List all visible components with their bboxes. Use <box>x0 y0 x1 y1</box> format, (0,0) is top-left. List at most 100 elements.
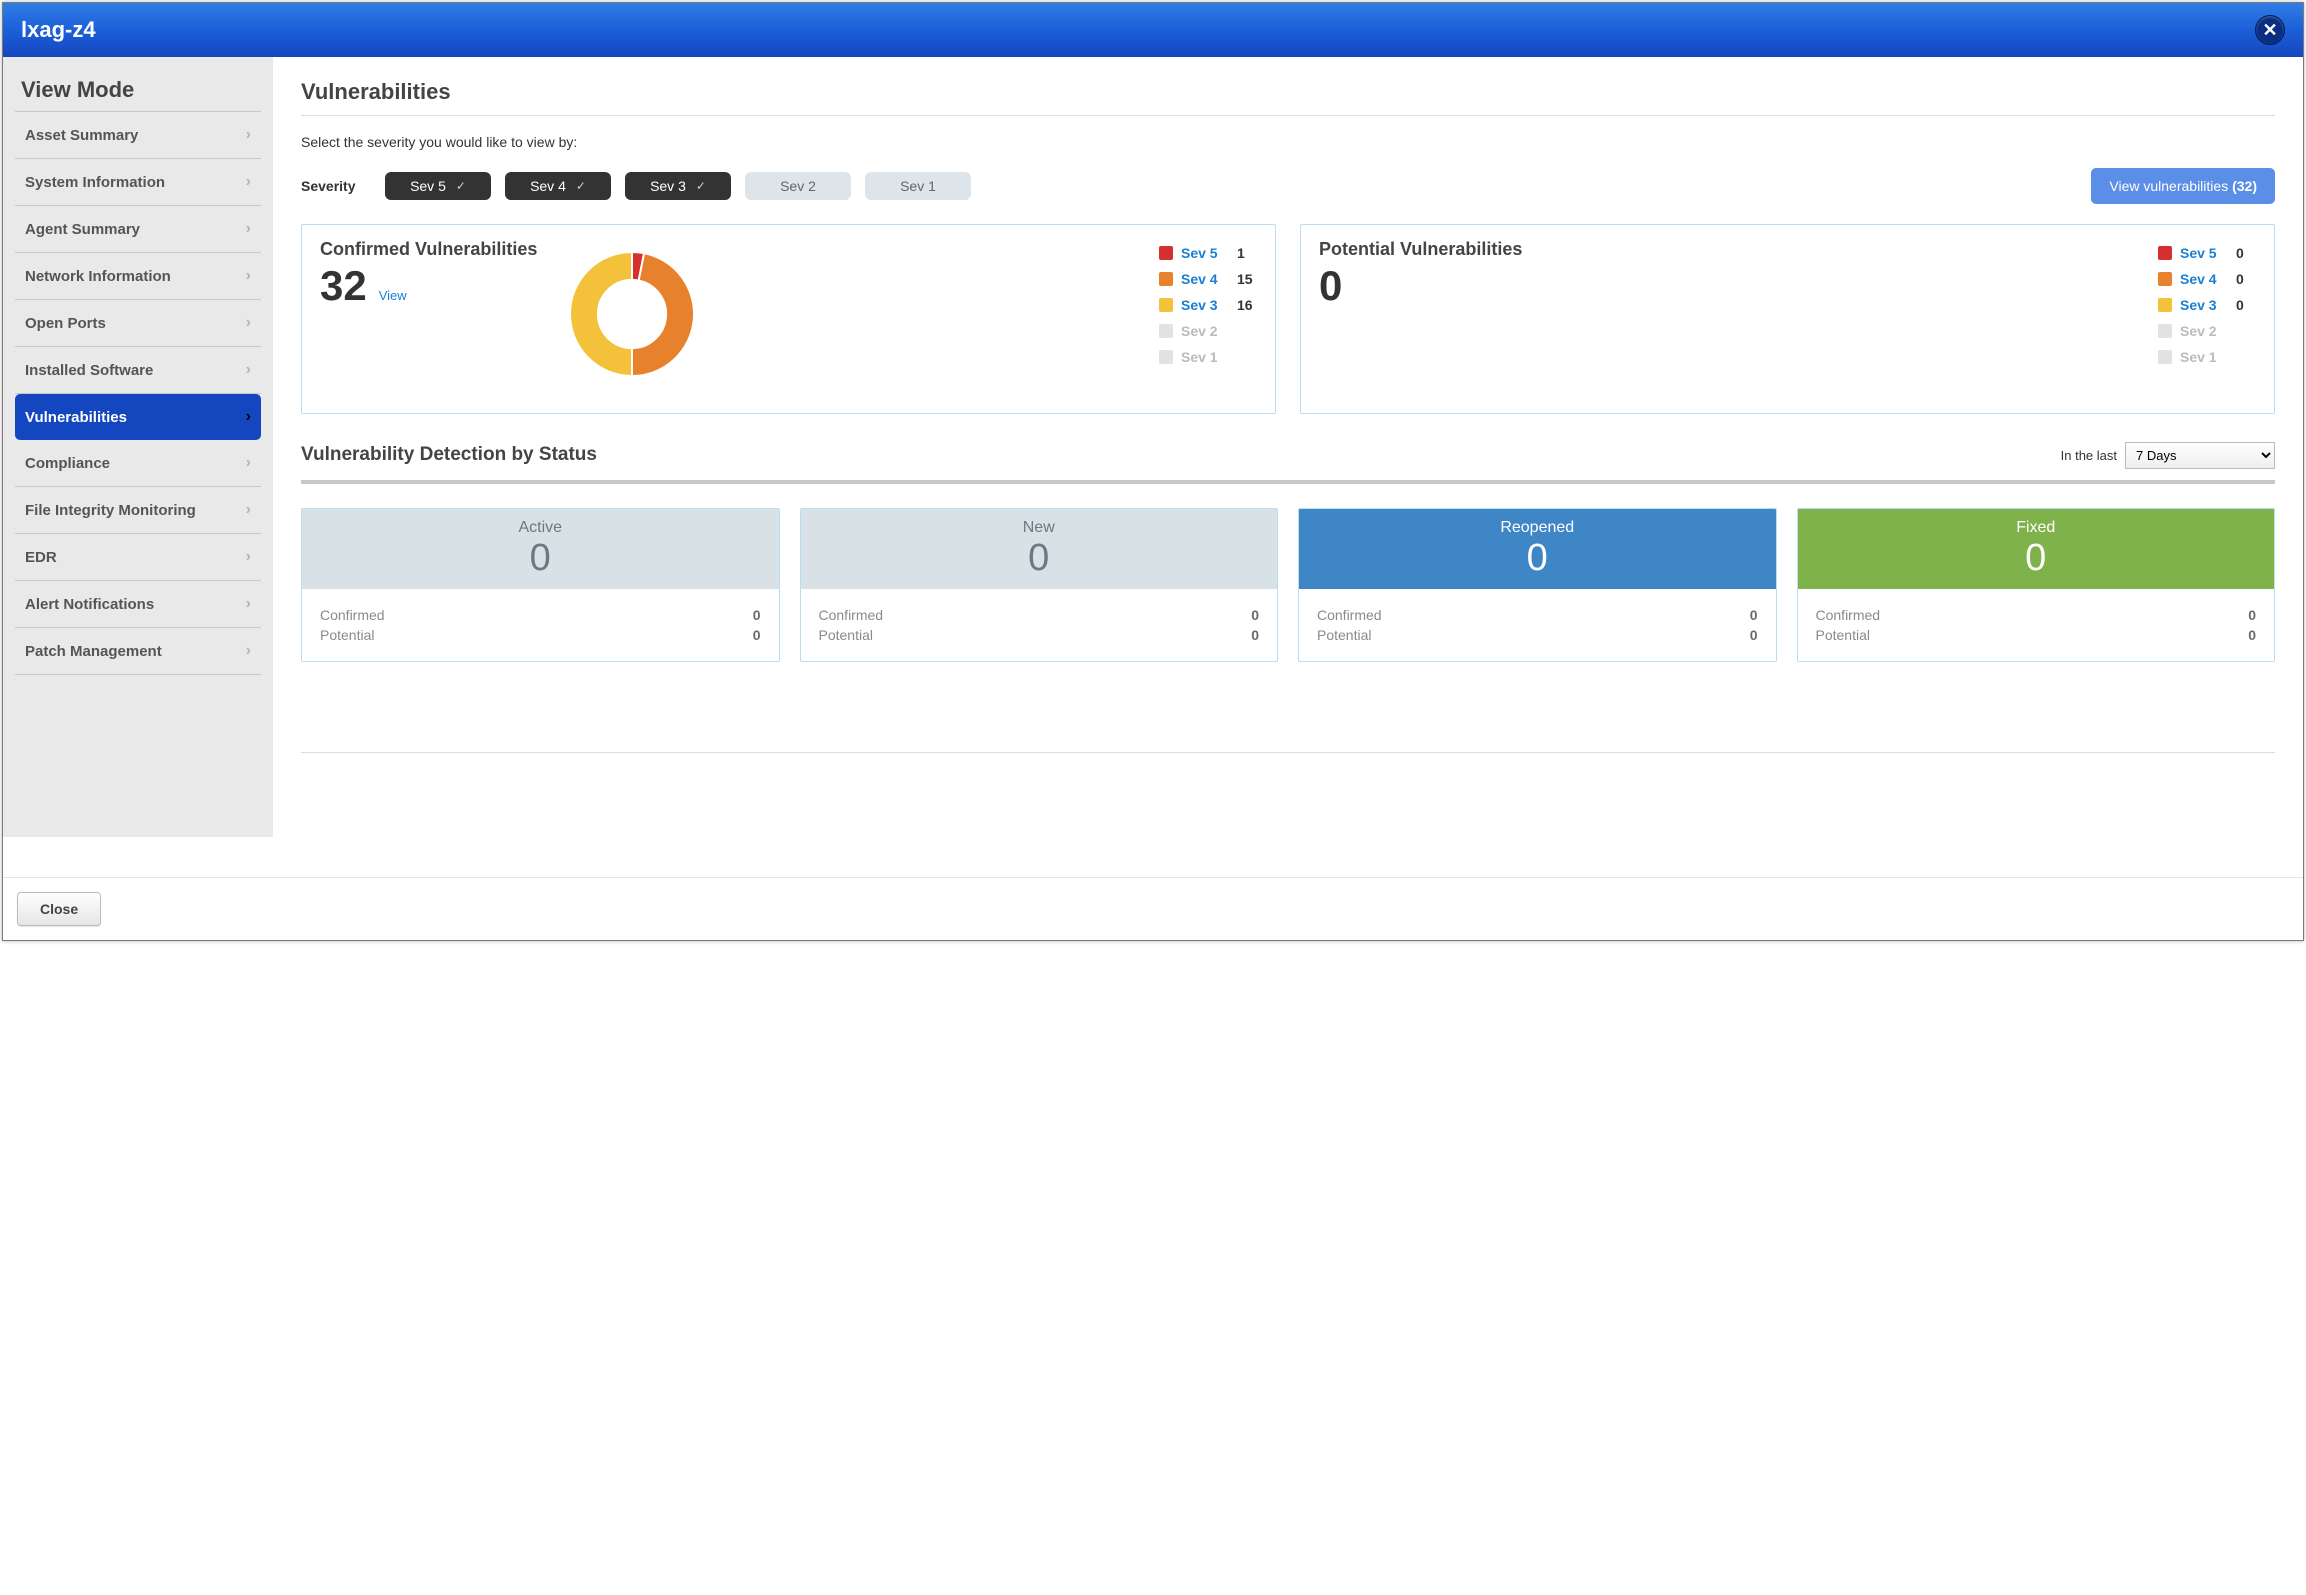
severity-pill-sev4[interactable]: Sev 4✓ <box>505 172 611 200</box>
sidebar-item-compliance[interactable]: Compliance› <box>15 440 261 487</box>
detection-title: Vulnerability Detection by Status <box>301 444 597 466</box>
sidebar-heading: View Mode <box>21 77 255 103</box>
severity-row: Severity Sev 5✓ Sev 4✓ Sev 3✓ Sev 2 Sev 1 Vi… <box>301 168 2275 204</box>
sidebar-item-file-integrity-monitoring[interactable]: File Integrity Monitoring› <box>15 487 261 534</box>
sidebar-item-network-information[interactable]: Network Information› <box>15 253 261 300</box>
legend-swatch <box>1159 350 1173 364</box>
sidebar-item-label: File Integrity Monitoring <box>25 502 196 519</box>
status-card-header[interactable]: Fixed0 <box>1798 509 2275 589</box>
legend-swatch <box>2158 298 2172 312</box>
legend-name[interactable]: Sev 3 <box>2180 297 2228 313</box>
severity-pill-sev3[interactable]: Sev 3✓ <box>625 172 731 200</box>
chevron-right-icon: › <box>246 267 251 285</box>
status-row-potential: Potential0 <box>1816 627 2257 643</box>
sidebar-item-asset-summary[interactable]: Asset Summary › <box>15 112 261 159</box>
severity-pill-sev2[interactable]: Sev 2 <box>745 172 851 200</box>
status-row-confirmed: Confirmed0 <box>1317 607 1758 623</box>
view-vulnerabilities-button[interactable]: View vulnerabilities (32) <box>2091 168 2275 204</box>
severity-pill-label: Sev 2 <box>780 178 816 194</box>
chevron-right-icon: › <box>246 126 251 144</box>
confirmed-vulns-card: Confirmed Vulnerabilities 32 View Sev 51… <box>301 224 1276 414</box>
legend-value: 1 <box>1237 245 1257 261</box>
status-row-confirmed: Confirmed0 <box>819 607 1260 623</box>
severity-pill-label: Sev 1 <box>900 178 936 194</box>
severity-label: Severity <box>301 178 371 194</box>
view-vulnerabilities-label: View vulnerabilities <box>2109 178 2228 194</box>
sidebar-item-installed-software[interactable]: Installed Software › <box>15 347 261 394</box>
legend-row: Sev 3 16 <box>1159 297 1257 313</box>
close-button[interactable]: Close <box>17 892 101 926</box>
potential-vulns-card: Potential Vulnerabilities 0 Sev 50Sev 40… <box>1300 224 2275 414</box>
legend-name: Sev 1 <box>1181 349 1229 365</box>
legend-swatch <box>1159 324 1173 338</box>
sidebar-item-label: Alert Notifications <box>25 596 154 613</box>
sidebar-item-label: Installed Software <box>25 362 153 379</box>
potential-legend: Sev 5 0 Sev 4 0 Sev 30 Sev 2 Sev 1 <box>2158 239 2256 375</box>
status-row-label: Potential <box>1317 627 1371 643</box>
confirmed-donut-chart <box>557 239 707 389</box>
status-row-label: Potential <box>819 627 873 643</box>
titlebar: lxag-z4 ✕ <box>3 3 2303 57</box>
status-count: 0 <box>801 539 1278 577</box>
legend-name: Sev 2 <box>2180 323 2228 339</box>
chevron-right-icon: › <box>246 361 251 379</box>
status-card-fixed: Fixed0 Confirmed 0 Potential0 <box>1797 508 2276 662</box>
sidebar-item-edr[interactable]: EDR› <box>15 534 261 581</box>
sidebar-item-alert-notifications[interactable]: Alert Notifications › <box>15 581 261 628</box>
status-name: Reopened <box>1299 519 1776 537</box>
legend-value: 0 <box>2236 245 2256 261</box>
severity-pill-sev1[interactable]: Sev 1 <box>865 172 971 200</box>
close-icon[interactable]: ✕ <box>2255 15 2285 45</box>
sidebar-item-open-ports[interactable]: Open Ports› <box>15 300 261 347</box>
sidebar-item-agent-summary[interactable]: Agent Summary› <box>15 206 261 253</box>
legend-row: Sev 30 <box>2158 297 2256 313</box>
window-body: View Mode Asset Summary › System Informati… <box>3 57 2303 837</box>
status-row-label: Potential <box>320 627 374 643</box>
status-card-header[interactable]: Reopened 0 <box>1299 509 1776 589</box>
status-row-label: Confirmed <box>1816 607 1881 623</box>
confirmed-view-link[interactable]: View <box>379 288 407 303</box>
sidebar: View Mode Asset Summary › System Informati… <box>3 57 273 837</box>
status-card-new: New0 Confirmed0 Potential 0 <box>800 508 1279 662</box>
status-row-value: 0 <box>1251 627 1259 643</box>
severity-pill-label: Sev 3 <box>650 178 686 194</box>
status-card-header[interactable]: Active0 <box>302 509 779 589</box>
status-name: Fixed <box>1798 519 2275 537</box>
status-count: 0 <box>302 539 779 577</box>
sidebar-item-system-information[interactable]: System Information› <box>15 159 261 206</box>
sidebar-item-patch-management[interactable]: Patch Management› <box>15 628 261 675</box>
time-range-select[interactable]: 7 Days <box>2125 442 2275 469</box>
legend-name[interactable]: Sev 3 <box>1181 297 1229 313</box>
chevron-right-icon: › <box>246 595 251 613</box>
legend-swatch <box>1159 246 1173 260</box>
status-card-header[interactable]: New0 <box>801 509 1278 589</box>
severity-pill-sev5[interactable]: Sev 5✓ <box>385 172 491 200</box>
main-content: Vulnerabilities Select the severity you … <box>273 57 2303 837</box>
sidebar-item-label: Asset Summary <box>25 127 138 144</box>
status-card-body: Confirmed0 Potential 0 <box>801 589 1278 661</box>
legend-name: Sev 2 <box>1181 323 1229 339</box>
legend-value: 0 <box>2236 271 2256 287</box>
sidebar-item-vulnerabilities[interactable]: Vulnerabilities› <box>15 394 261 440</box>
legend-name[interactable]: Sev 5 <box>2180 245 2228 261</box>
sidebar-item-label: EDR <box>25 549 57 566</box>
status-row-value: 0 <box>1750 627 1758 643</box>
time-range: In the last 7 Days <box>2061 442 2275 469</box>
legend-name: Sev 1 <box>2180 349 2228 365</box>
status-grid: Active0Confirmed0Potential0New0Confirmed… <box>301 508 2275 662</box>
status-card-active: Active0Confirmed0Potential0 <box>301 508 780 662</box>
legend-value: 15 <box>1237 271 1257 287</box>
legend-swatch <box>1159 272 1173 286</box>
status-row-value: 0 <box>1251 607 1259 623</box>
status-row-label: Confirmed <box>1317 607 1382 623</box>
legend-name[interactable]: Sev 4 <box>2180 271 2228 287</box>
severity-pill-label: Sev 5 <box>410 178 446 194</box>
legend-value: 16 <box>1237 297 1257 313</box>
status-count: 0 <box>1299 539 1776 577</box>
legend-name[interactable]: Sev 4 <box>1181 271 1229 287</box>
severity-pill-label: Sev 4 <box>530 178 566 194</box>
legend-name[interactable]: Sev 5 <box>1181 245 1229 261</box>
status-row-value: 0 <box>2248 607 2256 623</box>
legend-row: Sev 5 1 <box>1159 245 1257 261</box>
status-card-reopened: Reopened 0 Confirmed0 Potential 0 <box>1298 508 1777 662</box>
